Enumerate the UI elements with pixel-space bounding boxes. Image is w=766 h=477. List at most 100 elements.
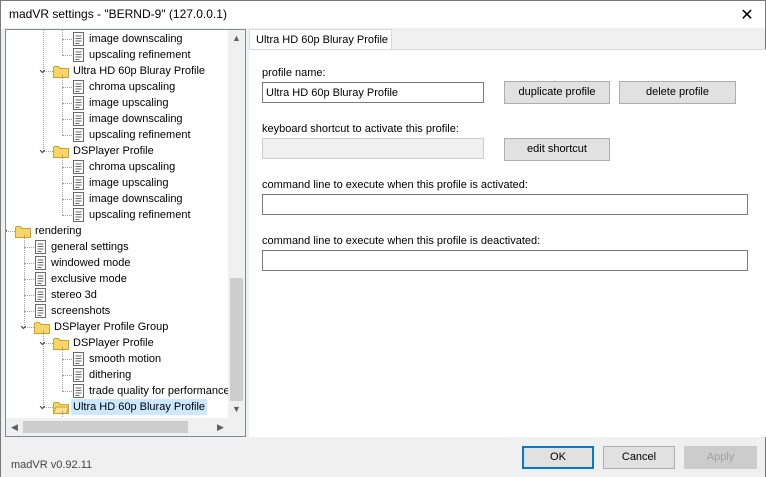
tree-connector: [24, 311, 34, 312]
ok-button[interactable]: OK: [522, 446, 594, 469]
tree-item[interactable]: trade quality for performance: [72, 383, 229, 399]
chevron-down-icon[interactable]: ⌄: [37, 142, 48, 155]
tree-item[interactable]: stereo 3d: [34, 287, 229, 303]
folder-icon: [34, 321, 50, 334]
scrollbar-corner: [228, 418, 245, 436]
tree-guide-line: [62, 75, 63, 135]
tree-connector: [24, 263, 34, 264]
chevron-down-icon[interactable]: ⌄: [6, 222, 10, 235]
tree-vertical-scrollbar[interactable]: ▲ ▼: [228, 30, 245, 418]
page-icon: [73, 192, 85, 206]
tree-connector: [62, 215, 72, 216]
cancel-button[interactable]: Cancel: [603, 446, 675, 469]
apply-button[interactable]: Apply: [684, 446, 757, 469]
tree-horizontal-scrollbar[interactable]: ◀ ▶: [6, 418, 229, 436]
tree-item-label: image upscaling: [89, 177, 169, 189]
close-button[interactable]: ✕: [729, 1, 765, 28]
scroll-right-arrow-icon[interactable]: ▶: [212, 418, 229, 436]
tree-connector: [62, 39, 72, 40]
tree-item[interactable]: upscaling refinement: [72, 127, 229, 143]
tree-connector: [24, 295, 34, 296]
cmd-activate-input[interactable]: [262, 194, 748, 215]
settings-window: madVR settings - "BERND-9" (127.0.0.1) ✕…: [0, 0, 766, 477]
tree-item-label: smooth motion: [89, 353, 162, 365]
edit-shortcut-button[interactable]: edit shortcut: [504, 138, 610, 161]
page-icon: [73, 96, 85, 110]
page-icon: [73, 384, 85, 398]
tree-item-label: image upscaling: [89, 97, 169, 109]
tab-profile[interactable]: Ultra HD 60p Bluray Profile: [249, 29, 392, 50]
tree-guide-line: [43, 30, 44, 151]
profile-name-input[interactable]: [262, 82, 484, 103]
page-icon: [73, 160, 85, 174]
vertical-scroll-thumb[interactable]: [230, 278, 243, 401]
chevron-down-icon[interactable]: ⌄: [37, 334, 48, 347]
tree-item[interactable]: image downscaling: [72, 31, 229, 47]
folder-icon: [53, 145, 69, 158]
tree-guide-line: [62, 30, 63, 55]
tree-item[interactable]: image upscaling: [72, 175, 229, 191]
delete-profile-button[interactable]: delete profile: [619, 81, 736, 104]
tree-item[interactable]: rendering: [15, 223, 229, 239]
tree-item-label: chroma upscaling: [89, 161, 176, 173]
shortcut-input: [262, 138, 484, 159]
close-icon: ✕: [740, 6, 754, 24]
dialog-footer: madVR v0.92.11 OK Cancel Apply: [1, 438, 765, 477]
scroll-up-arrow-icon[interactable]: ▲: [228, 30, 245, 47]
tree-item[interactable]: image upscaling: [72, 95, 229, 111]
page-icon: [35, 304, 47, 318]
tree-connector: [62, 375, 72, 376]
tree-item[interactable]: Ultra HD 60p Bluray Profile: [53, 63, 229, 79]
tree-item[interactable]: smooth motion: [72, 351, 229, 367]
tree-guide-line: [62, 347, 63, 391]
tree-item-label: Ultra HD 60p Bluray Profile: [71, 399, 208, 415]
page-icon: [73, 80, 85, 94]
tree-item[interactable]: Ultra HD 60p Bluray Profile: [52, 399, 229, 415]
tree-item[interactable]: windowed mode: [34, 255, 229, 271]
tree-item[interactable]: general settings: [34, 239, 229, 255]
tree-item-label: upscaling refinement: [89, 129, 191, 141]
tree-item-label: windowed mode: [51, 257, 131, 269]
chevron-down-icon[interactable]: ⌄: [37, 62, 48, 75]
tree-item[interactable]: upscaling refinement: [72, 47, 229, 63]
tree-connector: [62, 391, 72, 392]
tree-item[interactable]: exclusive mode: [34, 271, 229, 287]
tree-item[interactable]: DSPlayer Profile: [53, 143, 229, 159]
cmd-activate-label: command line to execute when this profil…: [262, 179, 528, 191]
tree-item-label: trade quality for performance: [89, 385, 229, 397]
chevron-down-icon[interactable]: ⌄: [37, 398, 48, 411]
tree-item-label: image downscaling: [89, 113, 183, 125]
tree-item[interactable]: chroma upscaling: [72, 159, 229, 175]
tree-item[interactable]: upscaling refinement: [72, 207, 229, 223]
scroll-down-arrow-icon[interactable]: ▼: [228, 401, 245, 418]
tree-item[interactable]: image downscaling: [72, 191, 229, 207]
cmd-deactivate-input[interactable]: [262, 250, 748, 271]
page-icon: [35, 240, 47, 254]
folder-icon: [15, 225, 31, 238]
tree-item[interactable]: DSPlayer Profile: [53, 335, 229, 351]
page-icon: [35, 288, 47, 302]
tree-item-label: Ultra HD 60p Bluray Profile: [73, 65, 206, 77]
page-icon: [73, 352, 85, 366]
scroll-left-arrow-icon[interactable]: ◀: [6, 418, 23, 436]
tree-item[interactable]: image downscaling: [72, 111, 229, 127]
tab-label: Ultra HD 60p Bluray Profile: [256, 34, 389, 46]
folder-open-icon: [52, 401, 70, 414]
profile-name-label: profile name:: [262, 67, 326, 79]
chevron-down-icon[interactable]: ⌄: [18, 318, 29, 331]
tree-item[interactable]: chroma upscaling: [72, 79, 229, 95]
folder-icon: [53, 65, 69, 78]
duplicate-profile-button[interactable]: duplicate profile: [504, 81, 610, 104]
tree-item-label: stereo 3d: [51, 289, 97, 301]
tree-connector: [62, 359, 72, 360]
tree-item[interactable]: DSPlayer Profile Group: [34, 319, 229, 335]
tree-connector: [62, 135, 72, 136]
tree-item[interactable]: dithering: [72, 367, 229, 383]
settings-tree[interactable]: image downscaling upscaling refinement ⌄ …: [5, 29, 246, 437]
tree-connector: [62, 199, 72, 200]
title-bar: madVR settings - "BERND-9" (127.0.0.1) ✕: [1, 1, 765, 28]
horizontal-scroll-thumb[interactable]: [23, 421, 188, 433]
tree-item[interactable]: screenshots: [34, 303, 229, 319]
version-label: madVR v0.92.11: [11, 459, 93, 471]
tree-connector: [24, 279, 34, 280]
